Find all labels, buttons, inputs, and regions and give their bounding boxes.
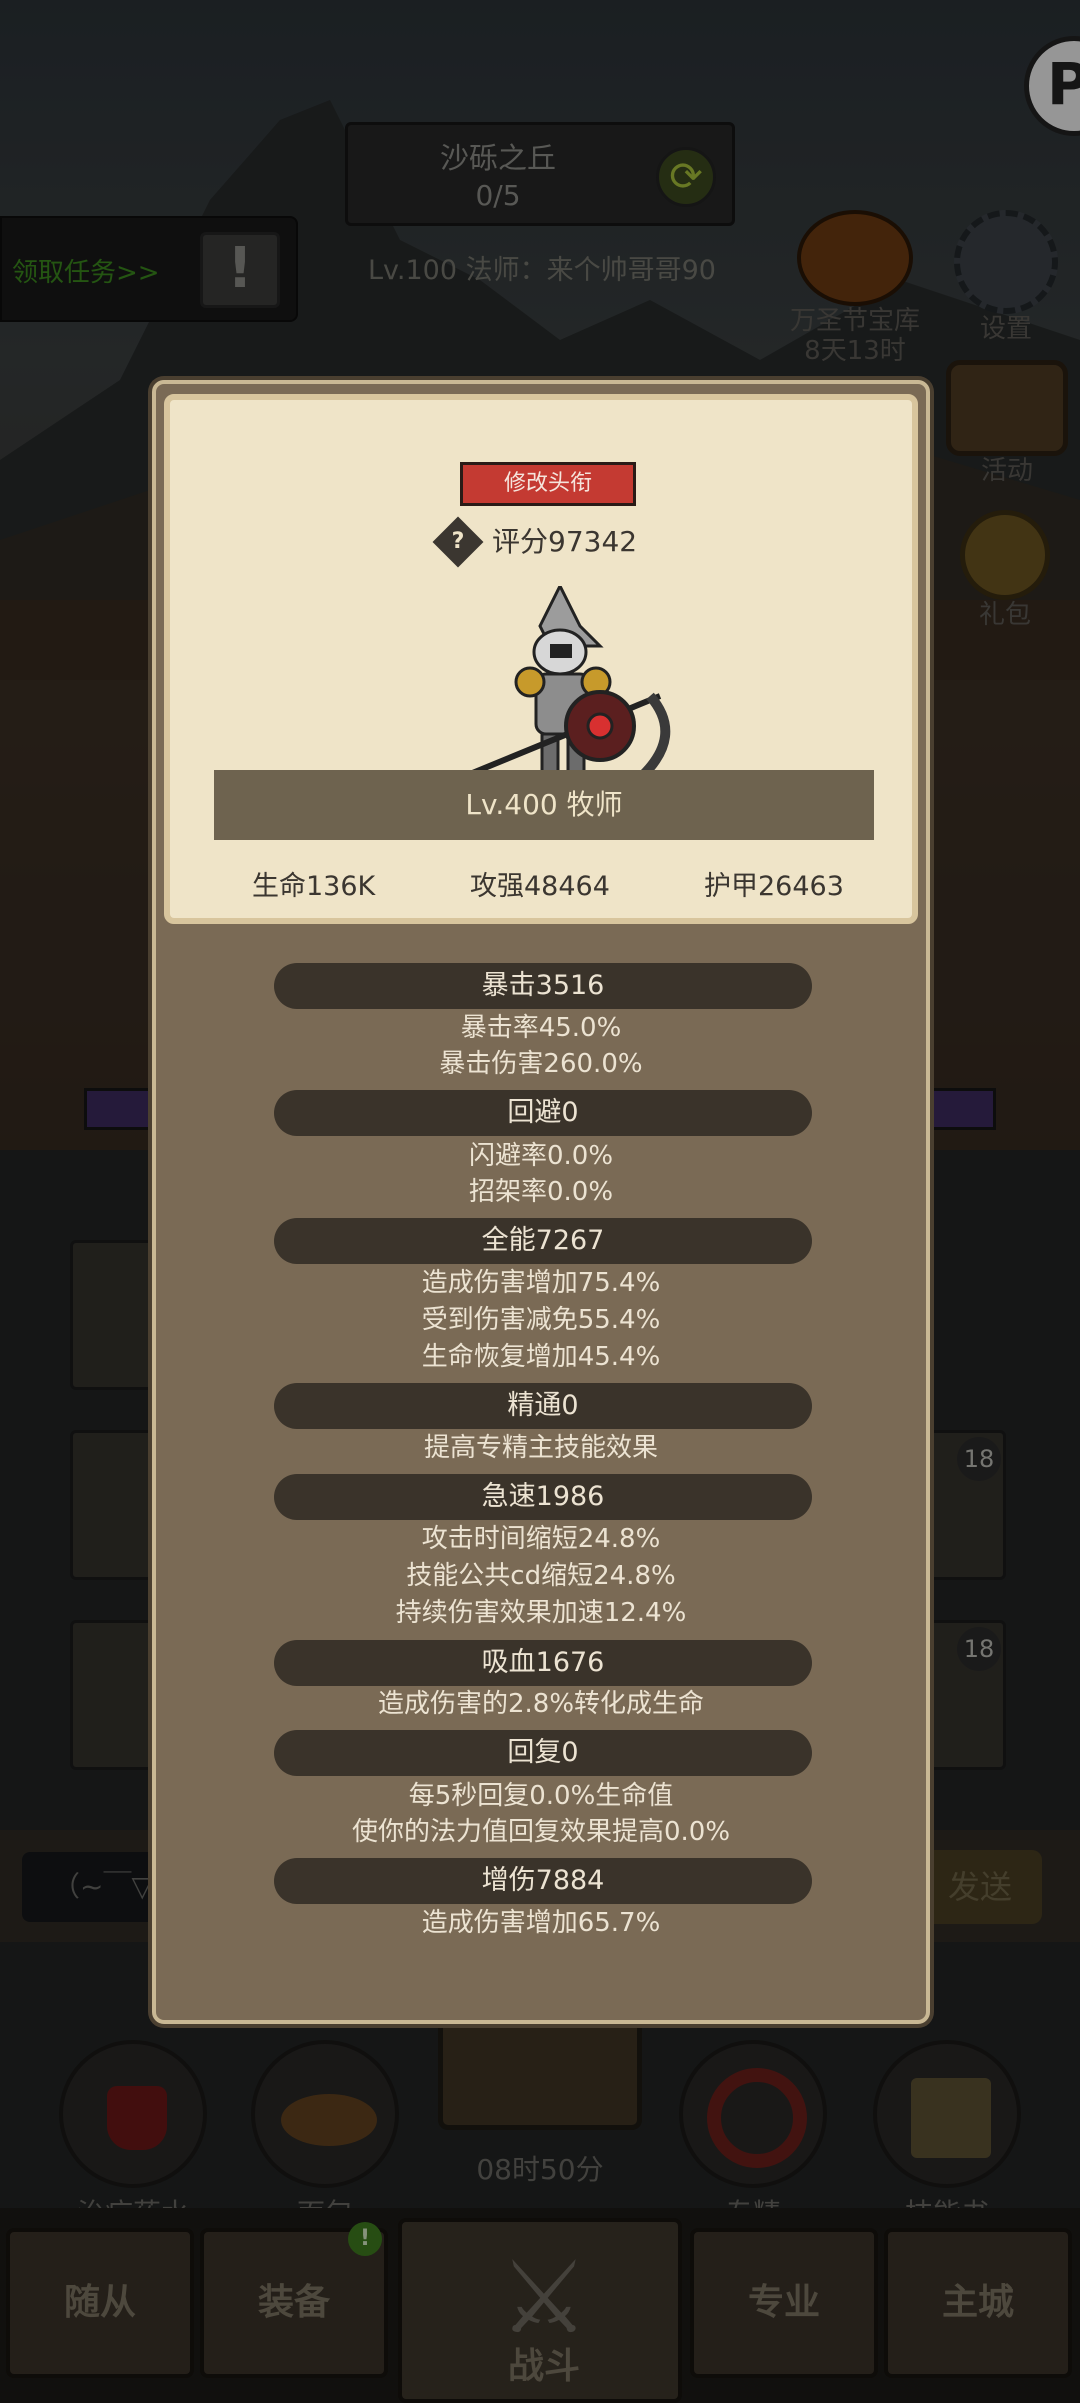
regen-header: 回复0 [274, 1730, 812, 1776]
stat-line: 提高专精主技能效果 [423, 1433, 658, 1463]
attack-power-stat: 攻强48464 [470, 871, 610, 902]
stat-line: 暴击伤害260.0% [439, 1049, 643, 1079]
stat-line: 每5秒回复0.0%生命值 [408, 1781, 674, 1811]
stat-line: 造成伤害增加75.4% [421, 1268, 661, 1298]
help-icon[interactable]: ? [432, 516, 484, 568]
priest-character-sprite [468, 586, 671, 782]
class-level-banner: Lv.400 牧师 [214, 770, 874, 840]
stat-line: 攻击时间缩短24.8% [421, 1524, 661, 1554]
stat-line: 持续伤害效果加速12.4% [395, 1598, 687, 1628]
versatility-header: 全能7267 [274, 1218, 812, 1264]
character-card: 修改头衔 ? 评分97342 Lv.400 牧师 生命136K 攻强48464 … [164, 394, 918, 924]
crit-header: 暴击3516 [274, 963, 812, 1009]
stat-line: 造成伤害的2.8%转化成生命 [377, 1689, 705, 1719]
stat-line: 暴击率45.0% [460, 1013, 622, 1043]
armor-stat: 护甲26463 [704, 871, 844, 902]
lifesteal-header: 吸血1676 [274, 1640, 812, 1686]
haste-header: 急速1986 [274, 1474, 812, 1520]
change-title-button[interactable]: 修改头衔 [460, 462, 636, 506]
mastery-header: 精通0 [274, 1383, 812, 1429]
stat-line: 闪避率0.0% [468, 1141, 614, 1171]
score-text: 评分97342 [492, 525, 638, 558]
damage-bonus-header: 增伤7884 [274, 1858, 812, 1904]
stat-line: 技能公共cd缩短24.8% [406, 1561, 676, 1591]
character-stats-modal: 修改头衔 ? 评分97342 Lv.400 牧师 生命136K 攻强48464 … [152, 380, 930, 2024]
hp-stat: 生命136K [252, 871, 376, 902]
stat-line: 生命恢复增加45.4% [421, 1342, 661, 1372]
stat-line: 招架率0.0% [468, 1177, 614, 1207]
stat-line: 使你的法力值回复效果提高0.0% [351, 1817, 731, 1847]
stat-line: 受到伤害减免55.4% [421, 1305, 661, 1335]
stat-line: 造成伤害增加65.7% [421, 1908, 661, 1938]
avoidance-header: 回避0 [274, 1090, 812, 1136]
